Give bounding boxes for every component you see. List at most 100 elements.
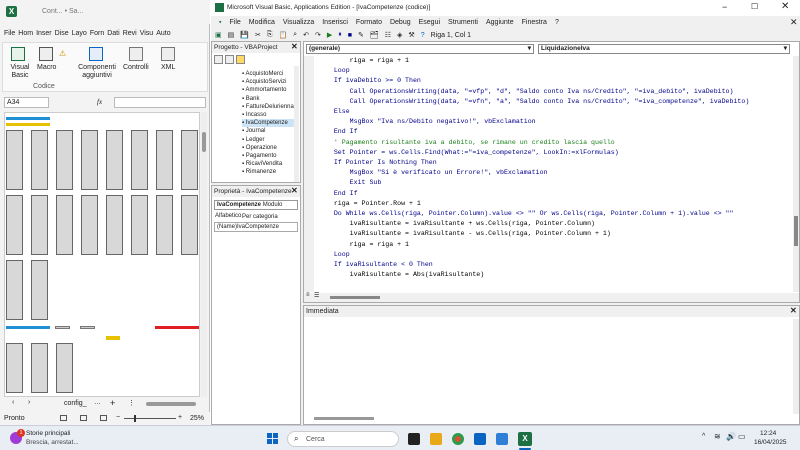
tree-item[interactable]: ▪ Rimanenze bbox=[242, 168, 297, 176]
copy-icon[interactable]: ⎘ bbox=[267, 31, 273, 39]
sheet-grid[interactable] bbox=[4, 112, 200, 397]
code-line[interactable]: ivaRisultante = ivaRisultante - ws.Cells… bbox=[318, 229, 788, 239]
menu-file[interactable]: File bbox=[225, 19, 244, 26]
close-icon[interactable]: ✕ bbox=[781, 1, 789, 12]
code-line[interactable]: ivaRisultante = Abs(ivaRisultante) bbox=[318, 270, 788, 280]
news-title[interactable]: Storie principali bbox=[26, 430, 70, 437]
menu-debug[interactable]: Debug bbox=[386, 19, 415, 26]
tab-categorized[interactable]: Per categoria bbox=[242, 214, 278, 220]
minimize-icon[interactable]: − bbox=[722, 2, 727, 12]
tab-layout[interactable]: Layo bbox=[72, 30, 87, 37]
xml-button[interactable]: XML bbox=[161, 64, 175, 71]
menu-tools[interactable]: Strumenti bbox=[444, 19, 482, 26]
code-vertical-scrollbar[interactable] bbox=[793, 56, 799, 292]
chrome-icon[interactable] bbox=[452, 433, 464, 445]
code-line[interactable]: End If bbox=[318, 189, 788, 199]
code-line[interactable]: riga = riga + 1 bbox=[318, 240, 788, 250]
property-row[interactable]: (Name) IvaCompetenze bbox=[214, 222, 298, 232]
tab-file[interactable]: File bbox=[4, 30, 15, 37]
fx-icon[interactable]: fx bbox=[97, 98, 102, 106]
menu-view[interactable]: Visualizza bbox=[279, 19, 318, 26]
code-line[interactable]: Exit Sub bbox=[318, 178, 788, 188]
run-icon[interactable]: ▶ bbox=[327, 31, 332, 39]
normal-view-icon[interactable] bbox=[60, 415, 67, 421]
tree-item[interactable]: ▪ AcquistoServizi bbox=[242, 78, 297, 86]
code-line[interactable]: MsgBox "Iva ns/Debito negativo!", vbExcl… bbox=[318, 117, 788, 127]
menu-edit[interactable]: Modifica bbox=[245, 19, 279, 26]
file-explorer-icon[interactable] bbox=[430, 433, 442, 445]
undo-icon[interactable]: ↶ bbox=[303, 31, 309, 39]
code-line[interactable]: If Pointer Is Nothing Then bbox=[318, 158, 788, 168]
add-sheet-icon[interactable]: + bbox=[110, 398, 115, 408]
more-sheets-icon[interactable]: … bbox=[94, 399, 101, 406]
controls-icon[interactable] bbox=[129, 47, 143, 61]
project-explorer-icon[interactable]: 🗂 bbox=[370, 31, 379, 39]
clock-date[interactable]: 16/04/2025 bbox=[754, 439, 787, 446]
code-line[interactable]: Do While ws.Cells(riga, Pointer.Column).… bbox=[318, 209, 788, 219]
menu-format[interactable]: Formato bbox=[352, 19, 386, 26]
wifi-icon[interactable]: ≋ bbox=[714, 432, 721, 441]
procedure-view-icon[interactable]: ≡ bbox=[306, 292, 310, 298]
find-icon[interactable]: ⌕ bbox=[293, 31, 297, 39]
code-scroll-thumb[interactable] bbox=[794, 216, 798, 246]
visual-basic-icon[interactable] bbox=[11, 47, 25, 61]
code-horizontal-scrollbar[interactable]: ≡ ☰ bbox=[304, 292, 799, 302]
cut-icon[interactable]: ✂ bbox=[255, 31, 261, 39]
scroll-thumb[interactable] bbox=[202, 132, 206, 152]
immediate-window[interactable]: Immediata ✕ bbox=[303, 305, 800, 425]
news-subtitle[interactable]: Brescia, arrestat... bbox=[26, 439, 79, 446]
zoom-level[interactable]: 25% bbox=[190, 415, 204, 422]
tree-item[interactable]: ▪ FattureDeluriennali bbox=[242, 103, 297, 111]
macro-icon[interactable] bbox=[39, 47, 53, 61]
page-layout-icon[interactable] bbox=[80, 415, 87, 421]
view-object-icon[interactable] bbox=[225, 55, 234, 64]
property-value[interactable]: IvaCompetenze bbox=[237, 223, 279, 231]
menu-run[interactable]: Esegui bbox=[415, 19, 444, 26]
next-sheet-icon[interactable]: › bbox=[28, 399, 30, 406]
name-box[interactable]: A34 bbox=[4, 97, 49, 108]
immediate-vscroll[interactable] bbox=[793, 319, 799, 414]
menu-app-icon[interactable]: ▪ bbox=[215, 19, 225, 26]
maximize-icon[interactable]: ☐ bbox=[751, 2, 758, 11]
zoom-out-icon[interactable]: − bbox=[116, 414, 120, 421]
code-line[interactable]: riga = riga + 1 bbox=[318, 56, 788, 66]
tree-item-selected[interactable]: ▪ IvaCompetenze bbox=[242, 119, 297, 128]
module-view-icon[interactable]: ☰ bbox=[314, 292, 319, 299]
close-properties-icon[interactable]: ✕ bbox=[291, 186, 298, 195]
code-line[interactable]: End If bbox=[318, 127, 788, 137]
pause-icon[interactable]: ⏸ bbox=[338, 31, 342, 39]
tab-view[interactable]: Visu bbox=[140, 30, 154, 37]
sheet-tab-config[interactable]: config_ bbox=[64, 400, 87, 407]
view-excel-icon[interactable]: ▣ bbox=[215, 31, 222, 39]
reset-icon[interactable]: ■ bbox=[348, 32, 352, 39]
code-line[interactable]: If ivaRisultante < 0 Then bbox=[318, 260, 788, 270]
design-mode-icon[interactable]: ✎ bbox=[358, 31, 364, 39]
clock-time[interactable]: 12:24 bbox=[760, 430, 776, 437]
start-windows-icon[interactable] bbox=[267, 433, 279, 445]
code-line[interactable]: riga = Pointer.Row + 1 bbox=[318, 199, 788, 209]
components-button[interactable]: Componenti aggiuntivi bbox=[77, 64, 117, 80]
code-line[interactable]: ivaRisultante = ivaRisultante + ws.Cells… bbox=[318, 219, 788, 229]
paste-icon[interactable]: 📋 bbox=[278, 31, 287, 39]
volume-icon[interactable]: 🔊 bbox=[726, 432, 736, 441]
code-line[interactable]: If ivaDebito >= 0 Then bbox=[318, 76, 788, 86]
addins-icon[interactable] bbox=[89, 47, 103, 61]
procedure-combo[interactable]: LiquidazioneIva ▾ bbox=[538, 44, 790, 54]
menu-addins[interactable]: Aggiunte bbox=[482, 19, 518, 26]
tab-data[interactable]: Dati bbox=[107, 30, 119, 37]
close-project-icon[interactable]: ✕ bbox=[291, 42, 298, 51]
h-scroll-thumb[interactable] bbox=[330, 296, 380, 299]
tree-item[interactable]: ▪ Bank bbox=[242, 95, 297, 103]
menu-insert[interactable]: Inserisci bbox=[318, 19, 352, 26]
tab-automate[interactable]: Auto bbox=[156, 30, 170, 37]
redo-icon[interactable]: ↷ bbox=[315, 31, 321, 39]
tab-home[interactable]: Hom bbox=[18, 30, 33, 37]
tray-chevron-icon[interactable]: ^ bbox=[702, 433, 705, 440]
search-box[interactable]: ⌕ Cerca bbox=[287, 431, 399, 447]
outlook-icon[interactable] bbox=[474, 433, 486, 445]
tree-item[interactable]: ▪ Ammortamento bbox=[242, 86, 297, 94]
tree-item[interactable]: ▪ RicaviVendita bbox=[242, 160, 297, 168]
code-editor[interactable]: riga = riga + 1 Loop If ivaDebito >= 0 T… bbox=[318, 56, 788, 292]
controls-button[interactable]: Controlli bbox=[123, 64, 149, 71]
tree-item[interactable]: ▪ Ledger bbox=[242, 136, 297, 144]
